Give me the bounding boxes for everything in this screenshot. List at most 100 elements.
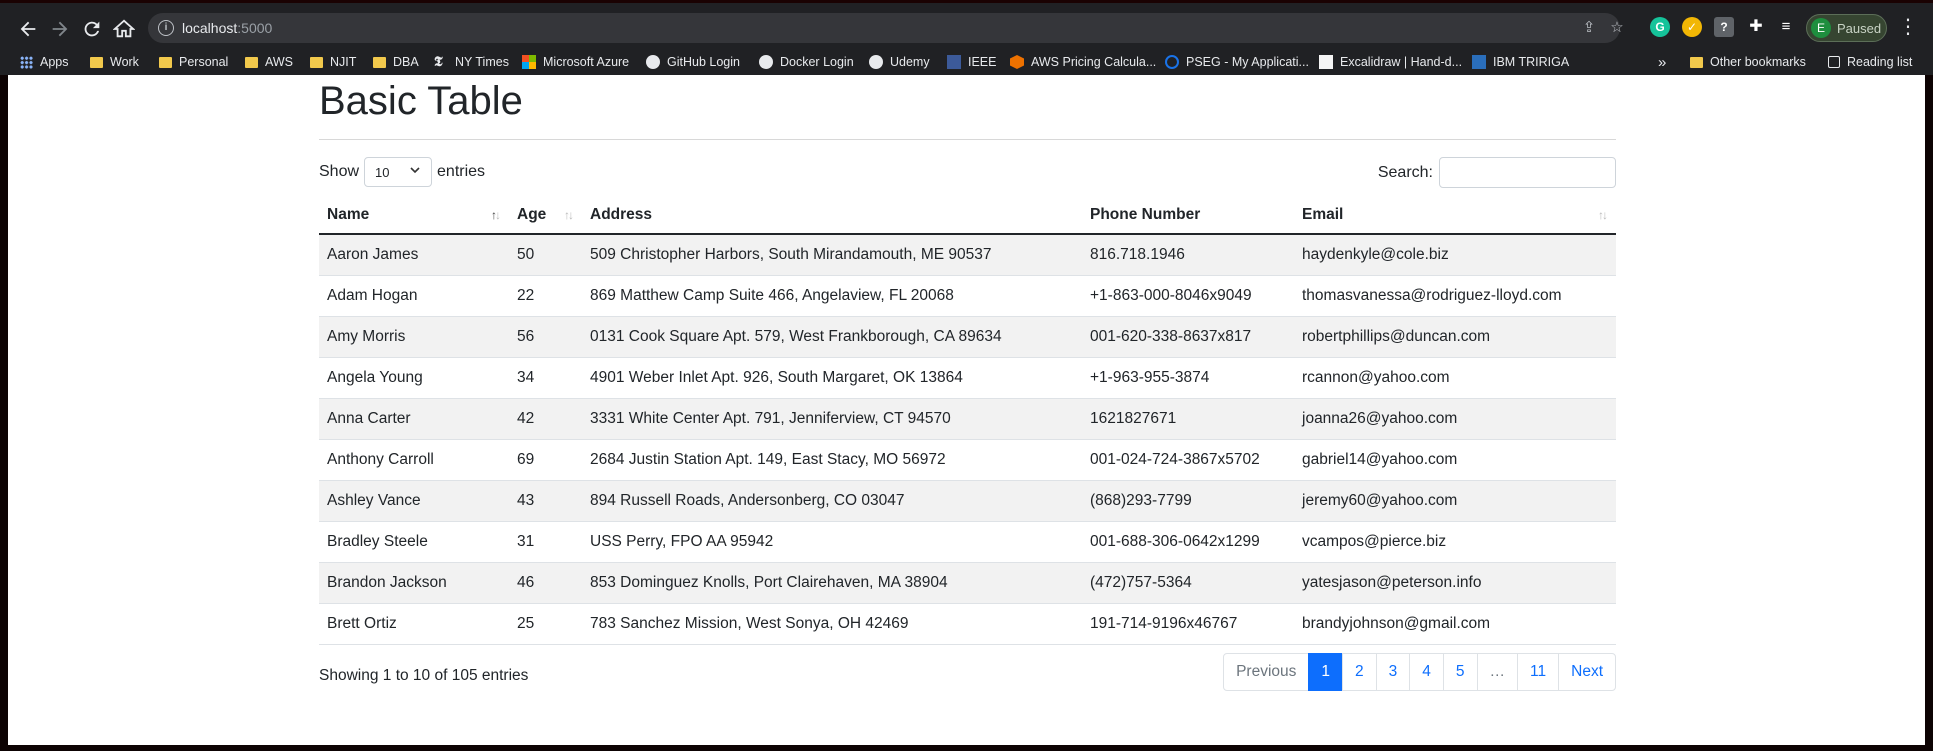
bookmarks-bar: Apps Work Personal AWS NJIT DBA 𝕿 NY Time… bbox=[0, 48, 1933, 75]
table-header-row: Name ↑↓ Age ↑↓ Address Phone Number Email ↑… bbox=[319, 197, 1616, 235]
cell-phone: 001-620-338-8637x817 bbox=[1082, 316, 1294, 358]
cell-phone: 1621827671 bbox=[1082, 398, 1294, 440]
menu-icon[interactable]: ⋮ bbox=[1898, 15, 1918, 39]
table-row: Anna Carter 42 3331 White Center Apt. 79… bbox=[319, 398, 1616, 440]
help-extension-icon[interactable]: ? bbox=[1714, 17, 1734, 37]
bookmark-work[interactable]: Work bbox=[90, 54, 139, 70]
cell-name: Amy Morris bbox=[319, 316, 509, 358]
pagination-next[interactable]: Next bbox=[1558, 653, 1616, 691]
show-label: Show bbox=[319, 163, 360, 180]
forward-button[interactable] bbox=[46, 15, 74, 43]
bookmark-other-bookmarks[interactable]: Other bookmarks bbox=[1690, 54, 1806, 70]
cell-age: 34 bbox=[509, 357, 582, 399]
pagination-page-2[interactable]: 2 bbox=[1342, 653, 1377, 691]
folder-icon bbox=[245, 56, 258, 68]
pagination-page-3[interactable]: 3 bbox=[1375, 653, 1411, 691]
cell-email: jeremy60@yahoo.com bbox=[1294, 480, 1616, 522]
folder-icon bbox=[310, 56, 323, 68]
table-row: Aaron James 50 509 Christopher Harbors, … bbox=[319, 234, 1616, 276]
site-info-icon[interactable]: i bbox=[158, 20, 174, 36]
entries-per-page-select[interactable]: 10 bbox=[364, 157, 433, 187]
puzzle-extensions-icon[interactable]: ✚ bbox=[1746, 17, 1766, 37]
table-info: Showing 1 to 10 of 105 entries bbox=[319, 667, 529, 684]
cell-address: USS Perry, FPO AA 95942 bbox=[582, 521, 1082, 563]
reading-queue-icon[interactable]: ≡ bbox=[1776, 17, 1796, 37]
reading-list-icon bbox=[1828, 56, 1840, 68]
bookmark-aws[interactable]: AWS bbox=[245, 54, 293, 70]
github-icon bbox=[646, 55, 660, 69]
cell-name: Anthony Carroll bbox=[319, 439, 509, 481]
pagination-ellipsis: … bbox=[1476, 653, 1519, 691]
cell-name: Angela Young bbox=[319, 357, 509, 399]
docker-icon bbox=[759, 55, 773, 69]
cell-name: Ashley Vance bbox=[319, 480, 509, 522]
divider bbox=[319, 139, 1616, 140]
cell-email: joanna26@yahoo.com bbox=[1294, 398, 1616, 440]
column-header-address: Address bbox=[582, 197, 1082, 235]
search-input[interactable] bbox=[1439, 157, 1616, 188]
profile-button[interactable]: E Paused bbox=[1806, 14, 1887, 42]
bookmarks-overflow-button[interactable]: » bbox=[1658, 54, 1666, 71]
bookmark-excalidraw[interactable]: Excalidraw | Hand-d... bbox=[1319, 54, 1462, 70]
cell-name: Brandon Jackson bbox=[319, 562, 509, 604]
microsoft-icon bbox=[522, 55, 536, 69]
extension-icon[interactable]: ✓ bbox=[1682, 17, 1702, 37]
bookmark-aws-pricing[interactable]: AWS Pricing Calcula... bbox=[1010, 54, 1156, 70]
sort-icon: ↑↓ bbox=[564, 208, 574, 222]
bookmark-apps[interactable]: Apps bbox=[20, 54, 69, 70]
column-header-phone-number: Phone Number bbox=[1082, 197, 1294, 235]
bookmark-pseg[interactable]: PSEG - My Applicati... bbox=[1165, 54, 1309, 70]
pagination-page-1[interactable]: 1 bbox=[1308, 653, 1344, 691]
back-button[interactable] bbox=[14, 15, 42, 43]
bookmark-personal[interactable]: Personal bbox=[159, 54, 228, 70]
bookmark-ieee[interactable]: IEEE bbox=[947, 54, 997, 70]
bookmark-nytimes[interactable]: 𝕿 NY Times bbox=[434, 54, 509, 70]
bookmark-dba[interactable]: DBA bbox=[373, 54, 419, 70]
forward-arrow-icon bbox=[52, 21, 68, 37]
cell-age: 46 bbox=[509, 562, 582, 604]
cell-address: 853 Dominguez Knolls, Port Clairehaven, … bbox=[582, 562, 1082, 604]
cell-email: gabriel14@yahoo.com bbox=[1294, 439, 1616, 481]
home-button[interactable] bbox=[110, 15, 138, 43]
column-header-name[interactable]: Name ↑↓ bbox=[319, 197, 509, 235]
column-header-age[interactable]: Age ↑↓ bbox=[509, 197, 582, 235]
data-table: Name ↑↓ Age ↑↓ Address Phone Number Email ↑… bbox=[319, 197, 1616, 645]
pagination-page-11[interactable]: 11 bbox=[1517, 653, 1560, 691]
reload-button[interactable] bbox=[78, 15, 106, 43]
address-bar[interactable]: i localhost:5000 ⇪ ☆ bbox=[148, 13, 1624, 43]
cell-name: Adam Hogan bbox=[319, 275, 509, 317]
cell-address: 0131 Cook Square Apt. 579, West Frankbor… bbox=[582, 316, 1082, 358]
cell-address: 4901 Weber Inlet Apt. 926, South Margare… bbox=[582, 357, 1082, 399]
bookmark-microsoft-azure[interactable]: Microsoft Azure bbox=[522, 54, 629, 70]
table-row: Anthony Carroll 69 2684 Justin Station A… bbox=[319, 439, 1616, 481]
cell-phone: +1-863-000-8046x9049 bbox=[1082, 275, 1294, 317]
bookmark-docker-login[interactable]: Docker Login bbox=[759, 54, 854, 70]
bookmark-star-icon[interactable]: ☆ bbox=[1608, 19, 1626, 37]
ibm-icon bbox=[1472, 55, 1486, 69]
cell-age: 50 bbox=[509, 234, 582, 276]
cell-name: Anna Carter bbox=[319, 398, 509, 440]
column-header-email[interactable]: Email ↑↓ bbox=[1294, 197, 1616, 235]
pagination-previous[interactable]: Previous bbox=[1223, 653, 1310, 691]
bookmark-udemy[interactable]: Udemy bbox=[869, 54, 930, 70]
table-row: Brandon Jackson 46 853 Dominguez Knolls,… bbox=[319, 562, 1616, 604]
pagination-page-4[interactable]: 4 bbox=[1409, 653, 1444, 691]
bookmark-github-login[interactable]: GitHub Login bbox=[646, 54, 740, 70]
page-viewport: Basic Table Show 10 entries Search: Name… bbox=[8, 75, 1925, 745]
pagination: Previous 1 2 3 4 5 … 11 Next bbox=[1223, 653, 1616, 691]
sort-ascending-icon: ↑↓ bbox=[491, 208, 501, 222]
folder-icon bbox=[159, 56, 172, 68]
cell-age: 25 bbox=[509, 603, 582, 645]
pagination-page-5[interactable]: 5 bbox=[1442, 653, 1478, 691]
aws-icon bbox=[1010, 55, 1024, 69]
ieee-icon bbox=[947, 55, 961, 69]
entries-label: entries bbox=[437, 163, 486, 180]
table-row: Brett Ortiz 25 783 Sanchez Mission, West… bbox=[319, 603, 1616, 645]
share-icon[interactable]: ⇪ bbox=[1580, 19, 1598, 37]
cell-age: 56 bbox=[509, 316, 582, 358]
reading-list-button[interactable]: Reading list bbox=[1828, 54, 1912, 70]
grammarly-extension-icon[interactable]: G bbox=[1650, 17, 1670, 37]
bookmark-njit[interactable]: NJIT bbox=[310, 54, 356, 70]
entries-per-page-value: 10 bbox=[375, 165, 390, 180]
bookmark-ibm-tririga[interactable]: IBM TRIRIGA bbox=[1472, 54, 1569, 70]
